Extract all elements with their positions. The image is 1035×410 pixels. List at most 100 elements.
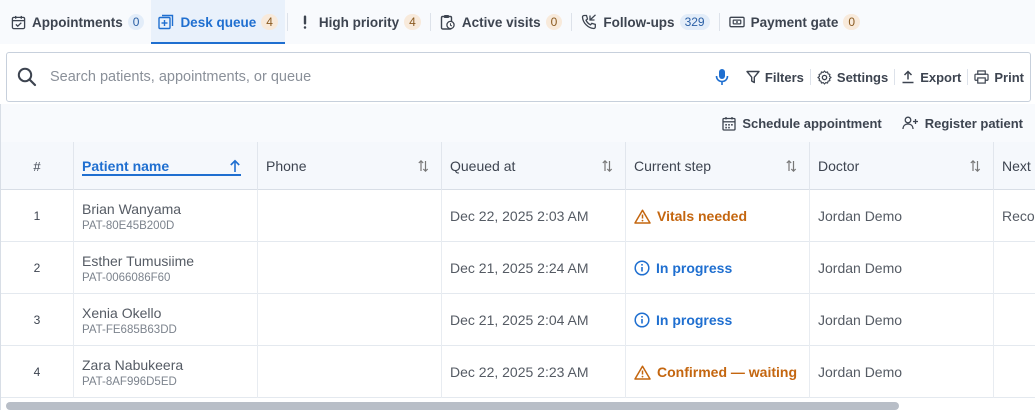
search-input[interactable]	[50, 69, 708, 85]
column-header-phone[interactable]: Phone	[258, 142, 442, 190]
clipboard-clock-icon	[440, 14, 456, 30]
next-cell	[994, 346, 1035, 398]
count-badge: 4	[261, 14, 278, 30]
queued-at-cell: Dec 22, 2025 2:03 AM	[442, 190, 626, 242]
queued-at-cell: Dec 22, 2025 2:23 AM	[442, 346, 626, 398]
tab-appointments[interactable]: Appointments 0	[3, 0, 151, 44]
tab-label: Appointments	[32, 14, 123, 30]
column-header-number: #	[1, 142, 74, 190]
table-row[interactable]: 3 Xenia Okello PAT-FE685B63DD Dec 21, 20…	[1, 294, 1035, 346]
tab-high-priority[interactable]: High priority 4	[290, 0, 428, 44]
sort-icon	[602, 159, 613, 173]
patient-id: PAT-FE685B63DD	[82, 323, 177, 336]
doctor-cell: Jordan Demo	[810, 242, 994, 294]
patient-id: PAT-80E45B200D	[82, 219, 175, 232]
tab-bar: Appointments 0 Desk queue 4 High priorit…	[0, 0, 1035, 44]
current-step-cell: In progress	[626, 242, 810, 294]
column-header-current-step[interactable]: Current step	[626, 142, 810, 190]
add-person-icon	[902, 116, 918, 130]
divider	[429, 13, 431, 31]
search-icon	[17, 67, 37, 87]
export-button[interactable]: Export	[895, 63, 967, 91]
exclamation-icon	[297, 14, 313, 30]
queue-icon	[158, 14, 174, 30]
patient-name[interactable]: Brian Wanyama	[82, 201, 257, 217]
sort-ascending-icon	[230, 159, 240, 172]
count-badge: 0	[127, 14, 145, 30]
table-row[interactable]: 2 Esther Tumusiime PAT-0066086F60 Dec 21…	[1, 242, 1035, 294]
status-badge: Confirmed — waiting	[634, 364, 809, 380]
status-badge: In progress	[634, 312, 809, 328]
row-number: 4	[1, 346, 74, 398]
column-header-doctor[interactable]: Doctor	[810, 142, 994, 190]
table-row[interactable]: 1 Brian Wanyama PAT-80E45B200D Dec 22, 2…	[1, 190, 1035, 242]
tab-label: Payment gate	[750, 14, 839, 30]
patient-name[interactable]: Zara Nabukeera	[82, 357, 257, 373]
patient-cell: Xenia Okello PAT-FE685B63DD	[74, 294, 258, 346]
patient-id: PAT-8AF996D5ED	[82, 375, 177, 388]
column-header-patient-name[interactable]: Patient name	[74, 142, 258, 190]
warning-icon	[634, 209, 651, 224]
register-patient-button[interactable]: Register patient	[902, 116, 1023, 131]
filters-label: Filters	[764, 69, 804, 85]
doctor-cell: Jordan Demo	[810, 294, 994, 346]
patient-name[interactable]: Xenia Okello	[82, 305, 257, 321]
filters-button[interactable]: Filters	[740, 63, 810, 91]
doctor-cell: Jordan Demo	[810, 346, 994, 398]
settings-button[interactable]: Settings	[811, 63, 894, 91]
current-step-cell: In progress	[626, 294, 810, 346]
register-patient-label: Register patient	[924, 115, 1023, 131]
action-row: Schedule appointment Register patient	[0, 104, 1035, 142]
table-header: # Patient name Phone Queued at Current s…	[1, 142, 1035, 190]
count-badge: 329	[679, 14, 710, 30]
count-badge: 4	[404, 14, 421, 30]
payment-icon	[728, 14, 745, 30]
current-step-cell: Confirmed — waiting	[626, 346, 810, 398]
tab-desk-queue[interactable]: Desk queue 4	[151, 0, 286, 44]
upload-icon	[902, 70, 914, 84]
column-header-queued-at[interactable]: Queued at	[442, 142, 626, 190]
phone-callback-icon	[581, 14, 597, 30]
print-button[interactable]: Print	[968, 63, 1030, 91]
phone-cell	[258, 242, 442, 294]
schedule-appointment-button[interactable]: Schedule appointment	[722, 115, 882, 131]
microphone-icon	[715, 69, 729, 85]
schedule-appointment-label: Schedule appointment	[742, 115, 882, 131]
next-cell	[994, 242, 1035, 294]
queued-at-cell: Dec 21, 2025 2:24 AM	[442, 242, 626, 294]
tab-label: High priority	[318, 14, 400, 30]
patient-id: PAT-0066086F60	[82, 271, 171, 284]
tab-payment-gate[interactable]: Payment gate 0	[722, 0, 867, 44]
sort-icon	[970, 159, 981, 173]
tab-label: Active visits	[461, 14, 541, 30]
doctor-cell: Jordan Demo	[810, 190, 994, 242]
export-label: Export	[920, 69, 962, 85]
row-number: 1	[1, 190, 74, 242]
warning-icon	[634, 365, 651, 380]
microphone-button[interactable]	[708, 63, 736, 91]
count-badge: 0	[843, 14, 861, 30]
column-header-next[interactable]: Next	[994, 142, 1035, 190]
divider	[286, 13, 288, 31]
next-cell	[994, 294, 1035, 346]
status-badge: Vitals needed	[634, 208, 809, 224]
table-row[interactable]: 4 Zara Nabukeera PAT-8AF996D5ED Dec 22, …	[1, 346, 1035, 398]
horizontal-scrollbar[interactable]	[6, 402, 899, 410]
tab-label: Follow-ups	[603, 14, 675, 30]
tab-follow-ups[interactable]: Follow-ups 329	[574, 0, 716, 44]
phone-cell	[258, 190, 442, 242]
filter-icon	[746, 70, 760, 84]
row-number: 3	[1, 294, 74, 346]
search-bar: Filters Settings Export Print	[6, 52, 1031, 102]
info-icon	[634, 260, 650, 276]
calendar-icon	[722, 116, 736, 131]
divider	[718, 13, 720, 31]
patient-name[interactable]: Esther Tumusiime	[82, 253, 257, 269]
divider	[571, 13, 573, 31]
queued-at-cell: Dec 21, 2025 2:04 AM	[442, 294, 626, 346]
current-step-cell: Vitals needed	[626, 190, 810, 242]
info-icon	[634, 312, 650, 328]
status-badge: In progress	[634, 260, 809, 276]
tab-active-visits[interactable]: Active visits 0	[433, 0, 569, 44]
gear-icon	[817, 69, 832, 85]
